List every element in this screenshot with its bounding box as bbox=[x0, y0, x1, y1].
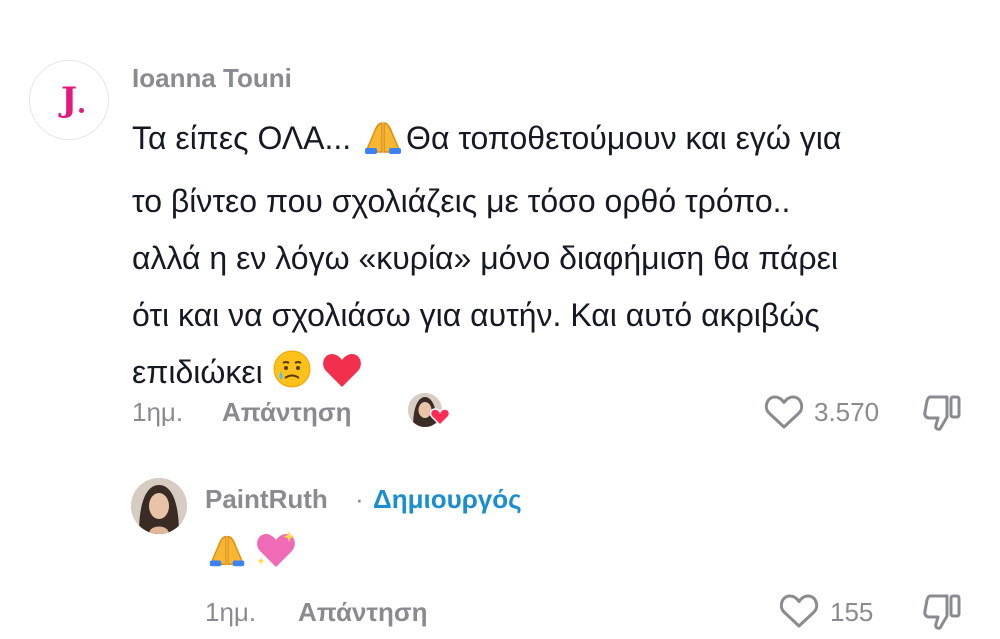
reply-like-count: 155 bbox=[830, 597, 874, 627]
reply-author[interactable]: PaintRuth bbox=[205, 484, 328, 515]
creator-liked-badge bbox=[408, 393, 451, 429]
comment-dislike-button[interactable] bbox=[921, 393, 963, 438]
comment-like-button[interactable] bbox=[764, 394, 804, 435]
reply-author-avatar[interactable] bbox=[131, 478, 187, 534]
reply-like-button[interactable] bbox=[779, 593, 819, 634]
creator-badge: Δημιουργός bbox=[373, 484, 522, 514]
comment-text: Τα είπες ΟΛΑ... Θα τοποθετούμουν και εγώ… bbox=[132, 110, 962, 407]
comment-author[interactable]: Ioanna Touni bbox=[132, 63, 292, 94]
thumbs-down-icon bbox=[921, 395, 963, 437]
comment-like-count: 3.570 bbox=[814, 397, 880, 427]
mini-heart-icon bbox=[429, 408, 451, 431]
heart-outline-icon bbox=[764, 395, 804, 434]
reply-reply-button[interactable]: Απάντηση bbox=[298, 597, 428, 628]
commenter-avatar[interactable]: J bbox=[29, 60, 109, 140]
reply-time: 1ημ. bbox=[205, 597, 257, 627]
thumbs-down-icon bbox=[921, 594, 963, 636]
folded-hands-icon bbox=[360, 116, 406, 173]
comment-reply-button[interactable]: Απάντηση bbox=[222, 397, 352, 428]
reply-dislike-button[interactable] bbox=[921, 592, 963, 637]
avatar-logo: J bbox=[61, 80, 85, 120]
separator-dot: · bbox=[355, 484, 364, 514]
folded-hands-icon bbox=[205, 527, 249, 576]
comment-time: 1ημ. bbox=[132, 397, 184, 427]
sparkling-heart-icon bbox=[253, 529, 299, 576]
reply-text bbox=[205, 527, 299, 573]
heart-outline-icon bbox=[779, 594, 819, 633]
